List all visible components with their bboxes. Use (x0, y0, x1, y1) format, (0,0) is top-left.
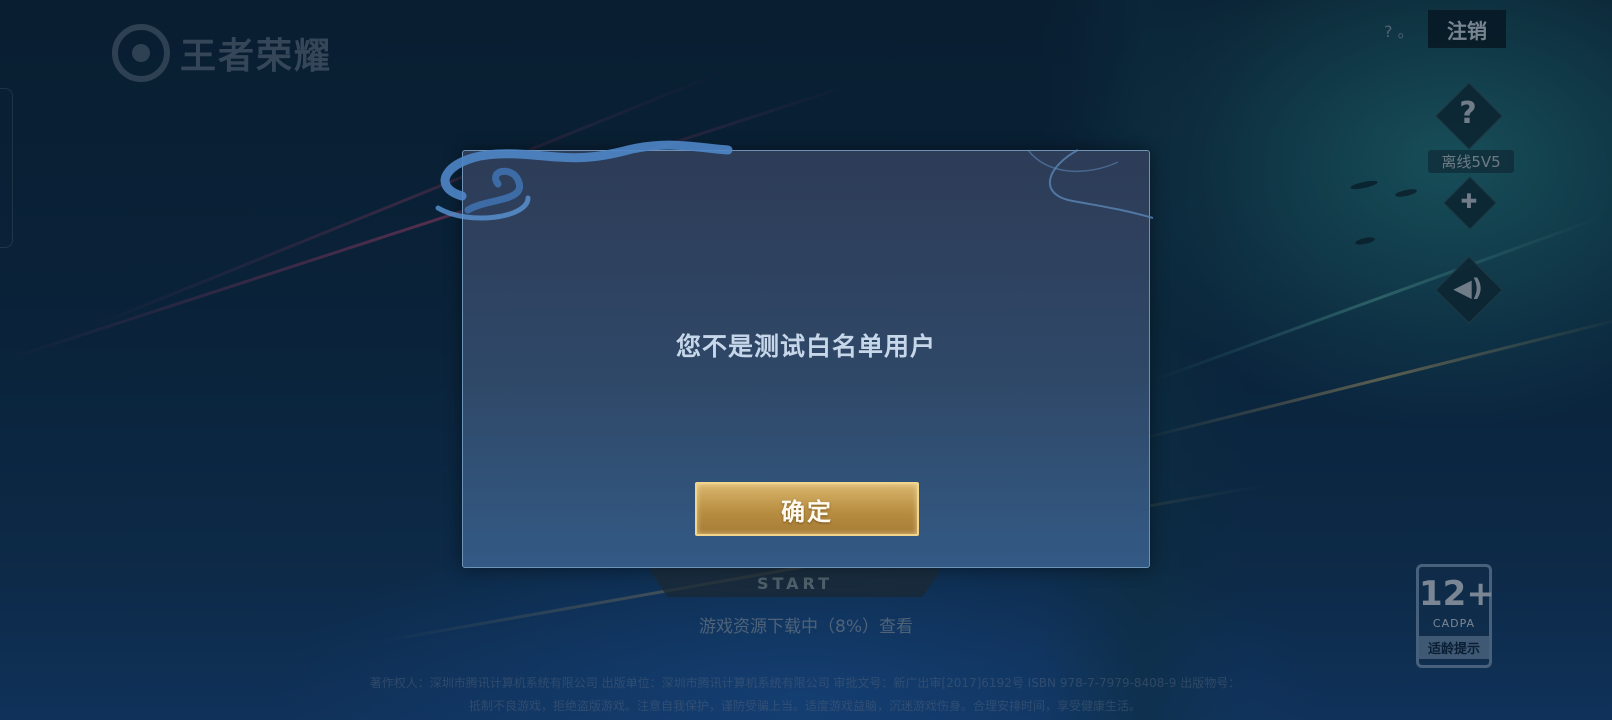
alert-dialog: 您不是测试白名单用户 确定 (462, 150, 1150, 568)
dialog-message: 您不是测试白名单用户 (675, 332, 936, 361)
confirm-button[interactable]: 确定 (695, 482, 919, 536)
